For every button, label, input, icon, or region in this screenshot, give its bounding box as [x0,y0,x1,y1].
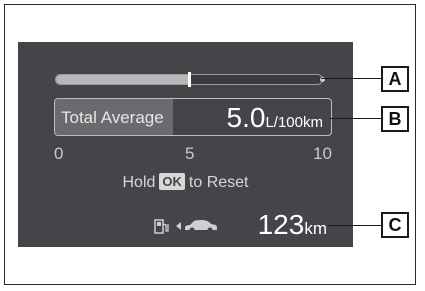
fuel-economy-bar-marker [188,72,191,87]
ok-key-icon: OK [159,173,185,190]
callout-c-label: C [381,212,409,238]
fuel-pump-icon [154,219,169,234]
total-average-panel: Total Average 5.0L/100km [54,98,332,136]
car-icon [185,220,217,233]
scale-tick-10: 10 [313,144,332,163]
reset-hint: Hold OK to Reset [18,173,353,192]
callout-b-leader-line [330,118,381,119]
fuel-economy-bar-fill [56,75,190,84]
range-unit: km [304,219,327,238]
callout-a-label: A [381,66,409,92]
total-average-label: Total Average [61,108,164,127]
small-arrow-icon [176,222,181,230]
callout-b-label: B [381,106,409,132]
driving-range: 123km [18,209,353,242]
scale-tick-5: 5 [185,144,195,163]
callout-a-leader-line [321,78,381,79]
callout-c-leader-line [328,225,381,226]
total-average-value: 5.0 [226,102,266,133]
range-value: 123 [257,209,305,240]
scale-tick-0: 0 [54,144,64,163]
total-average-value-group: 5.0L/100km [227,102,323,134]
total-average-unit: L/100km [265,114,323,131]
reset-hint-prefix: Hold [122,174,156,191]
reset-hint-suffix: to Reset [188,174,249,191]
range-value-group: 123km [258,209,327,241]
instrument-display: Total Average 5.0L/100km 0 5 10 Hold OK to… [18,42,353,247]
